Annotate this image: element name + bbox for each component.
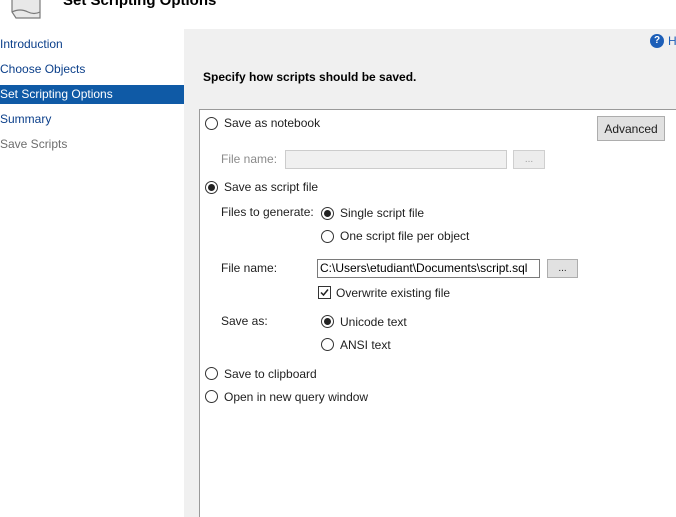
open-in-query-window-label[interactable]: Open in new query window — [224, 390, 368, 404]
notebook-browse-button: ... — [513, 150, 545, 169]
help-link[interactable]: ? H — [650, 34, 676, 48]
instruction-text: Specify how scripts should be saved. — [203, 70, 417, 84]
output-options-panel — [199, 109, 676, 517]
script-file-name-input[interactable]: C:\Users\etudiant\Documents\script.sql — [317, 259, 540, 278]
single-script-file-radio[interactable] — [321, 207, 334, 220]
page-title: Set Scripting Options — [63, 0, 217, 9]
script-document-icon — [11, 0, 41, 19]
save-as-notebook-radio[interactable] — [205, 117, 218, 130]
notebook-file-name-input — [285, 150, 507, 169]
unicode-text-radio[interactable] — [321, 315, 334, 328]
help-icon[interactable]: ? — [650, 34, 664, 48]
save-to-clipboard-radio[interactable] — [205, 367, 218, 380]
overwrite-existing-checkbox[interactable] — [318, 286, 331, 299]
sidebar-item-set-scripting-options[interactable]: Set Scripting Options — [0, 85, 184, 104]
wizard-header: Set Scripting Options — [0, 0, 676, 29]
sidebar-item-choose-objects[interactable]: Choose Objects — [0, 60, 184, 79]
single-script-file-label[interactable]: Single script file — [340, 206, 424, 220]
save-as-encoding-label: Save as: — [221, 314, 268, 328]
unicode-text-label[interactable]: Unicode text — [340, 315, 407, 329]
ansi-text-radio[interactable] — [321, 338, 334, 351]
one-file-per-object-label[interactable]: One script file per object — [340, 229, 469, 243]
sidebar-item-save-scripts: Save Scripts — [0, 137, 68, 151]
save-as-notebook-label[interactable]: Save as notebook — [224, 116, 320, 130]
files-to-generate-label: Files to generate: — [221, 205, 314, 219]
script-file-name-label: File name: — [221, 261, 278, 275]
save-as-script-file-label[interactable]: Save as script file — [224, 180, 318, 194]
notebook-file-name-label: File name: — [221, 152, 278, 166]
ansi-text-label[interactable]: ANSI text — [340, 338, 391, 352]
sidebar-item-introduction[interactable]: Introduction — [0, 35, 184, 54]
save-to-clipboard-label[interactable]: Save to clipboard — [224, 367, 317, 381]
save-as-script-file-radio[interactable] — [205, 181, 218, 194]
one-file-per-object-radio[interactable] — [321, 230, 334, 243]
sidebar-item-summary[interactable]: Summary — [0, 110, 184, 129]
help-label[interactable]: H — [668, 34, 676, 48]
overwrite-existing-label[interactable]: Overwrite existing file — [336, 286, 450, 300]
advanced-button[interactable]: Advanced — [597, 116, 665, 141]
checkmark-icon — [320, 289, 329, 297]
open-in-query-window-radio[interactable] — [205, 390, 218, 403]
wizard-steps-sidebar: Introduction Choose Objects Set Scriptin… — [0, 29, 184, 517]
script-file-browse-button[interactable]: ... — [547, 259, 578, 278]
